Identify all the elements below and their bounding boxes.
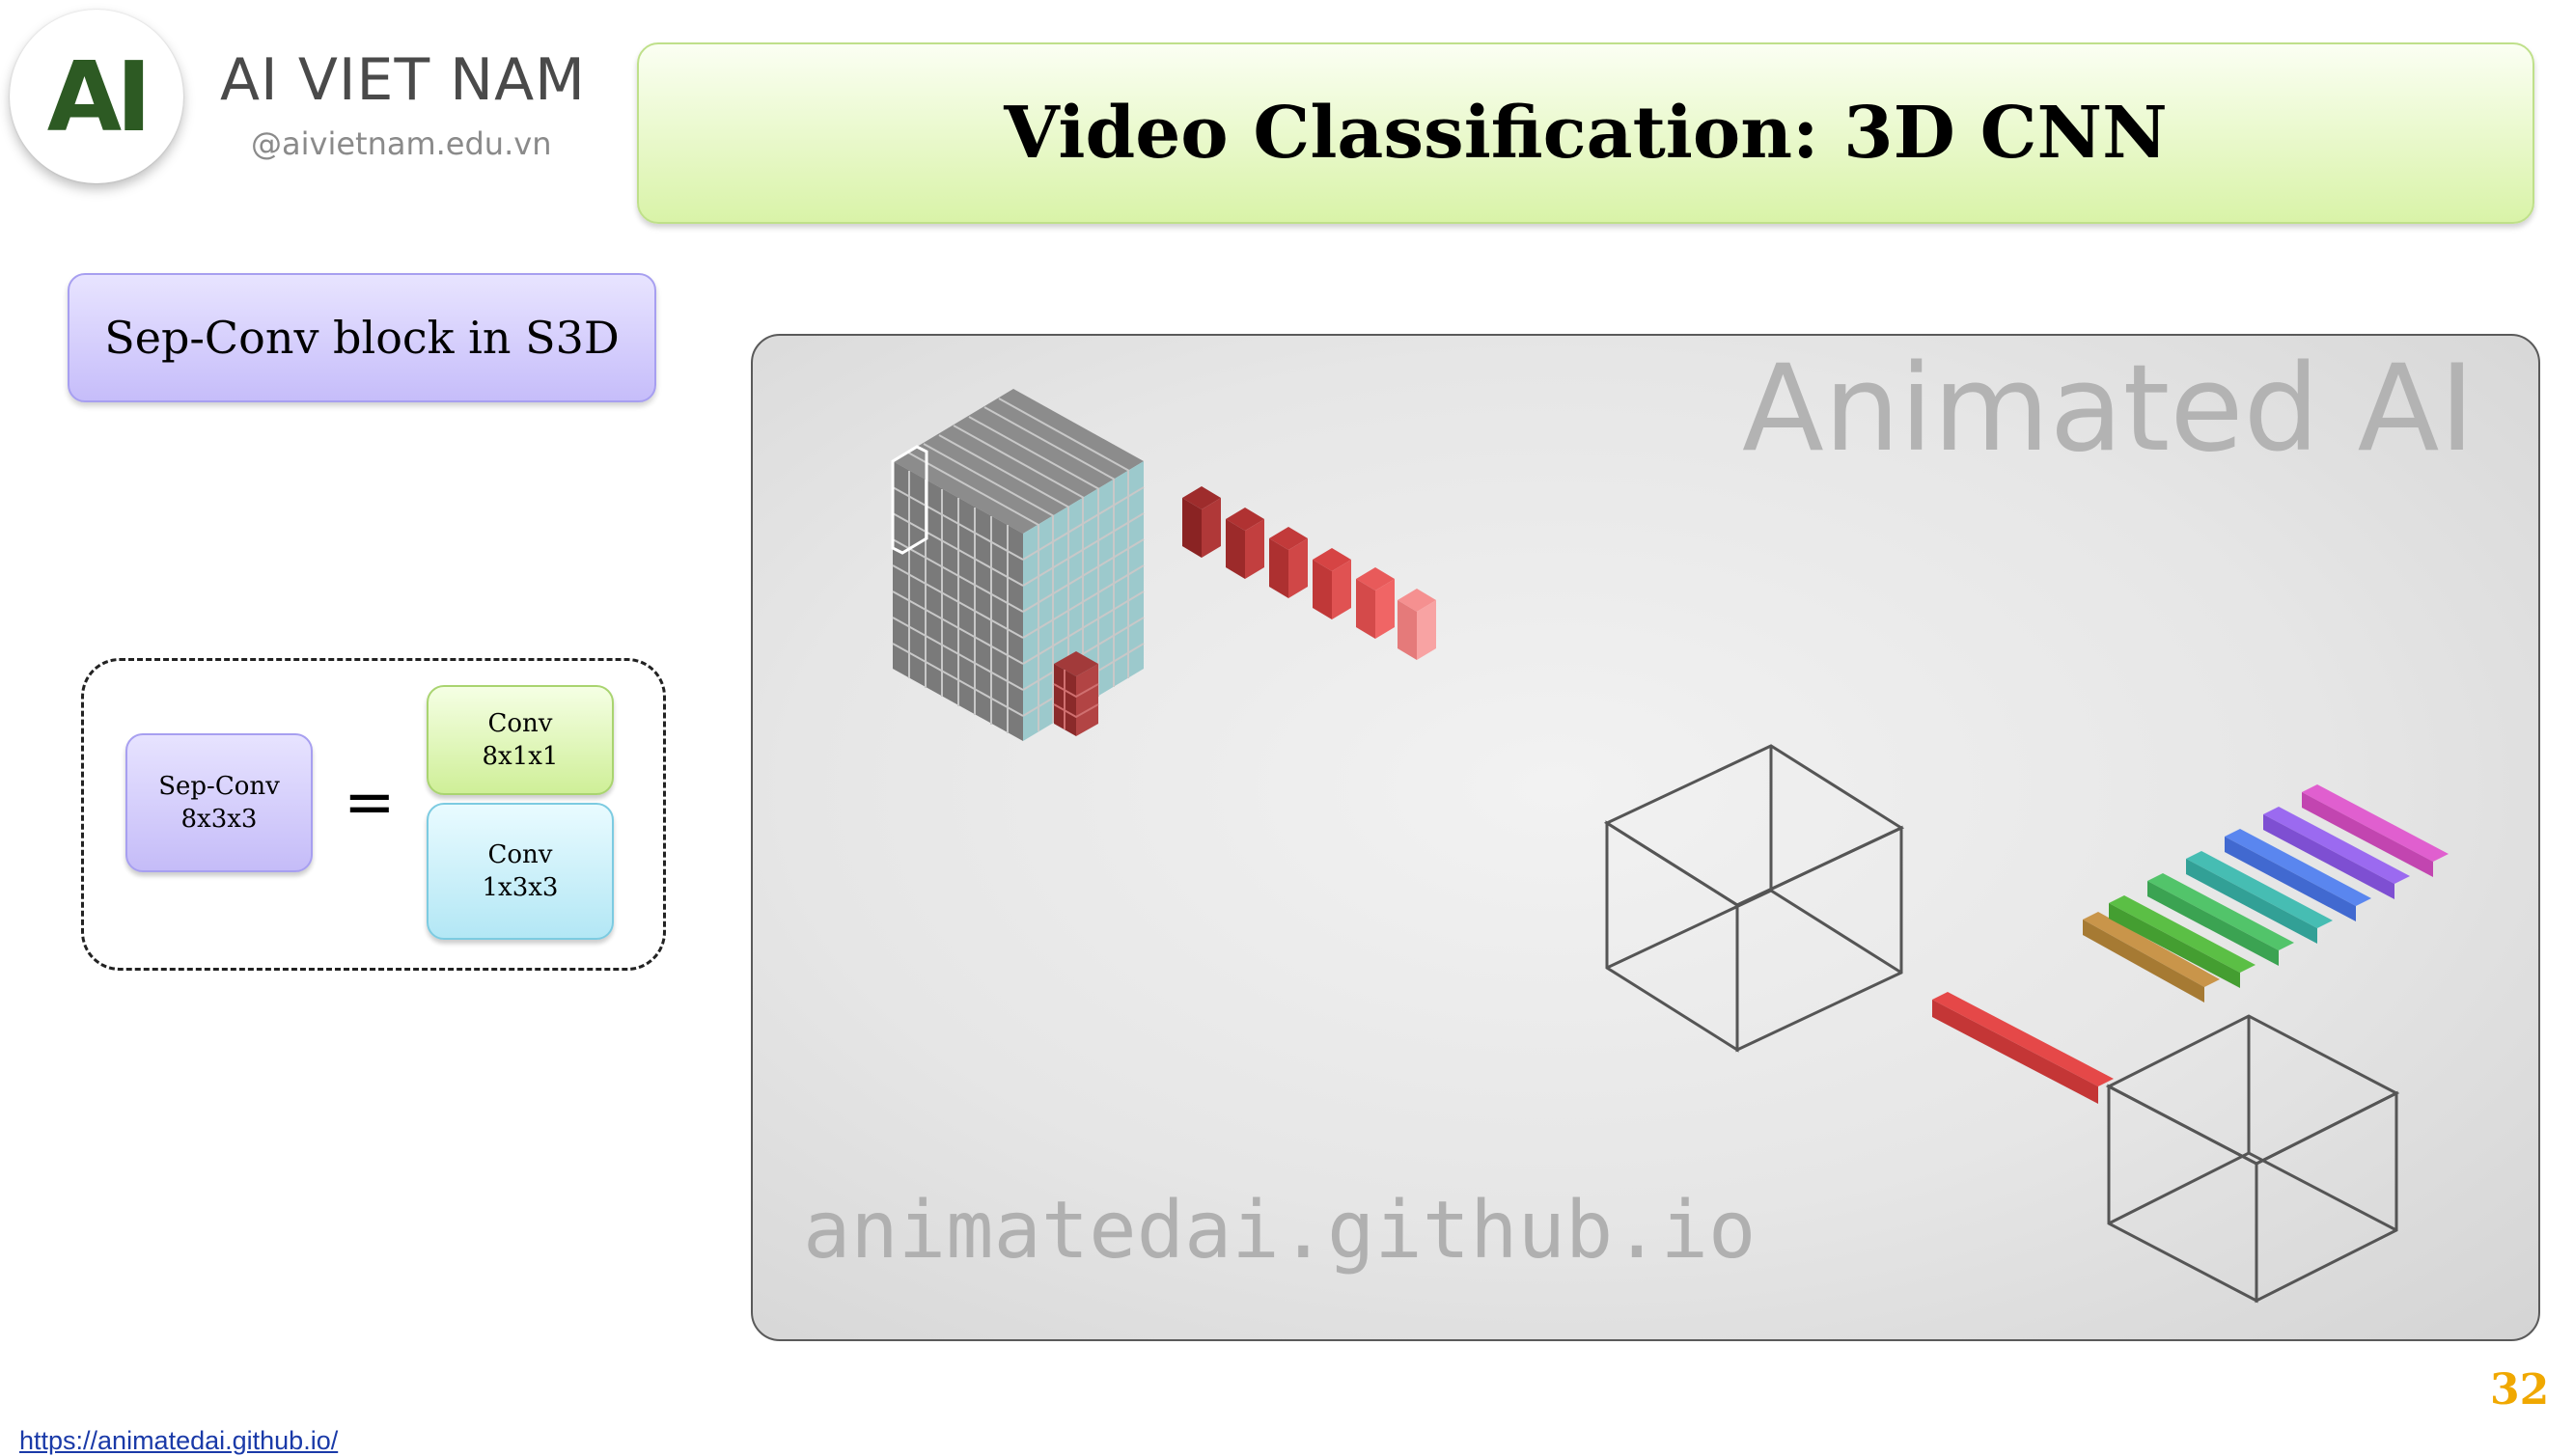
brand-site: @aivietnam.edu.vn bbox=[251, 125, 552, 162]
conv1-line2: 8x1x1 bbox=[482, 742, 559, 771]
slide-title: Video Classification: 3D CNN bbox=[1004, 92, 2168, 175]
brand-name: AI VIET NAM bbox=[220, 46, 586, 114]
logo: AI bbox=[10, 10, 183, 183]
red-filter-stack bbox=[1182, 486, 1436, 660]
animation-image: Animated AI animatedai.github.io bbox=[751, 334, 2540, 1341]
sep-conv-line2: 8x3x3 bbox=[180, 805, 258, 834]
output-wireframe-cube-1 bbox=[1603, 744, 1905, 1053]
conv2-line2: 1x3x3 bbox=[482, 873, 559, 902]
section-label: Sep-Conv block in S3D bbox=[68, 273, 656, 402]
input-volume-cube bbox=[891, 389, 1145, 741]
sep-conv-line1: Sep-Conv bbox=[158, 772, 280, 801]
conv-8x1x1-box: Conv 8x1x1 bbox=[427, 685, 614, 795]
title-banner: Video Classification: 3D CNN bbox=[637, 42, 2534, 224]
source-link[interactable]: https://animatedai.github.io/ bbox=[19, 1426, 338, 1456]
filter-block bbox=[1053, 651, 1099, 736]
page-number: 32 bbox=[2490, 1365, 2550, 1415]
equals-sign: = bbox=[344, 767, 396, 838]
watermark-url: animatedai.github.io bbox=[803, 1185, 1756, 1277]
conv2-line1: Conv bbox=[487, 840, 553, 869]
watermark-animated-ai: Animated AI bbox=[1742, 340, 2475, 479]
conv-1x3x3-box: Conv 1x3x3 bbox=[427, 803, 614, 940]
conv1-line1: Conv bbox=[487, 709, 553, 738]
logo-text: AI bbox=[46, 40, 152, 153]
red-vector bbox=[1932, 992, 2114, 1104]
animation-illustration: Animated AI animatedai.github.io bbox=[803, 340, 2475, 1304]
sep-conv-box: Sep-Conv 8x3x3 bbox=[125, 733, 313, 872]
section-label-text: Sep-Conv block in S3D bbox=[104, 312, 620, 364]
colored-vectors bbox=[2083, 784, 2449, 1003]
output-wireframe-cube-2 bbox=[2105, 1014, 2400, 1304]
